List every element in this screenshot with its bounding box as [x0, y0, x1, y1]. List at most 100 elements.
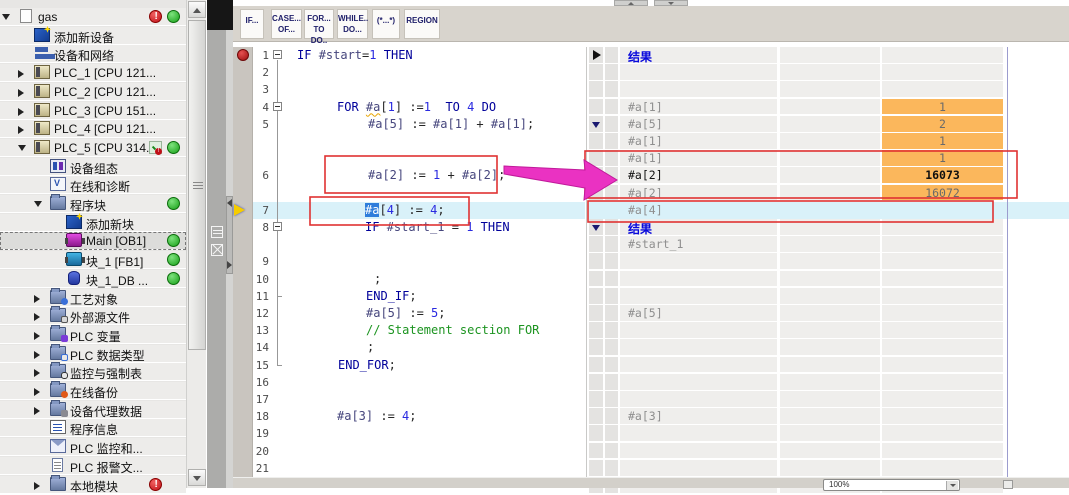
monitor-cell-exp[interactable] — [589, 305, 603, 321]
monitor-cell-val[interactable]: 16072 — [882, 185, 1003, 201]
tree-item-main-ob1-[interactable]: Main [OB1] — [0, 232, 186, 250]
monitor-expander-down-icon[interactable] — [592, 173, 600, 179]
monitor-cell-name[interactable]: #a[2] — [620, 185, 777, 201]
toolbar-button-whiledo[interactable]: WHILE.. DO... — [337, 9, 368, 39]
code-line-11[interactable]: END_IF; — [366, 289, 417, 303]
tree-item--[interactable]: 添加新设备 — [0, 27, 186, 45]
chevron-right-icon[interactable] — [34, 351, 40, 359]
tree-item-plc_1-cpu-121-[interactable]: PLC_1 [CPU 121... — [0, 64, 186, 82]
tree-item-plc-[interactable]: PLC 报警文... — [0, 457, 186, 475]
splitter-vertical-tab[interactable] — [210, 224, 225, 268]
toolbar-button-caseof[interactable]: CASE... OF... — [271, 9, 302, 39]
tree-item-plc_2-cpu-121-[interactable]: PLC_2 [CPU 121... — [0, 83, 186, 101]
tree-scroll-down-button[interactable] — [188, 469, 206, 486]
tree-item-plc_3-cpu-151-[interactable]: PLC_3 [CPU 151... — [0, 102, 186, 120]
tree-item--[interactable]: 本地模块 — [0, 476, 186, 494]
code-line-10[interactable]: ; — [374, 272, 381, 286]
toolbar-button-fortodo[interactable]: FOR... TO DO.. — [304, 9, 334, 39]
tree-item-plc-[interactable]: PLC 监控和... — [0, 438, 186, 456]
monitor-cell-exp[interactable] — [589, 185, 603, 201]
monitor-cell-name[interactable]: 结果 — [620, 47, 777, 63]
tree-item--[interactable]: 程序块 — [0, 195, 186, 213]
monitor-cell-exp[interactable] — [589, 116, 603, 132]
chevron-right-icon[interactable] — [18, 126, 24, 134]
code-line-15[interactable]: END_FOR; — [338, 358, 396, 372]
chevron-right-icon[interactable] — [34, 295, 40, 303]
monitor-cell-name[interactable]: #a[3] — [620, 408, 777, 424]
monitor-cell-exp[interactable] — [589, 219, 603, 235]
chevron-right-icon[interactable] — [18, 89, 24, 97]
monitor-expander-down-icon[interactable] — [592, 225, 600, 231]
monitor-cell-exp[interactable] — [589, 236, 603, 252]
chevron-down-icon[interactable] — [18, 145, 26, 151]
monitor-cell-name[interactable]: #a[1] — [620, 133, 777, 149]
monitor-play-icon[interactable] — [593, 50, 601, 60]
tree-scrollbar[interactable] — [186, 0, 206, 488]
chevron-down-icon[interactable] — [2, 14, 10, 20]
tree-item--[interactable]: 外部源文件 — [0, 307, 186, 325]
editor-breakpoint-gutter[interactable] — [233, 47, 253, 477]
chevron-right-icon[interactable] — [34, 369, 40, 377]
zoom-control[interactable]: 100% — [823, 479, 960, 491]
monitor-cell-name[interactable]: #a[4] — [620, 202, 777, 218]
tree-item-plc_5-cpu-314-[interactable]: PLC_5 [CPU 314... — [0, 139, 186, 157]
code-line-18[interactable]: #a[3] := 4; — [337, 409, 417, 423]
fold-collapse-box[interactable] — [273, 222, 282, 231]
chevron-down-icon[interactable] — [34, 201, 42, 207]
toolbar-button-region[interactable]: REGION — [404, 9, 440, 39]
monitor-cell-exp[interactable] — [589, 408, 603, 424]
monitor-cell-exp[interactable] — [589, 133, 603, 149]
monitor-cell-name[interactable]: #a[1] — [620, 150, 777, 166]
tree-item--[interactable]: 监控与强制表 — [0, 363, 186, 381]
monitor-cell-exp[interactable] — [589, 150, 603, 166]
monitor-cell-exp[interactable] — [589, 99, 603, 115]
monitor-cell-val[interactable]: 1 — [882, 150, 1003, 166]
scl-code-editor[interactable]: 1IF #start=1 THEN234FOR #a[1] :=1 TO 4 D… — [253, 47, 585, 477]
code-line-7[interactable]: #a[4] := 4; — [365, 203, 445, 217]
chevron-right-icon[interactable] — [18, 70, 24, 78]
code-line-5[interactable]: #a[5] := #a[1] + #a[1]; — [368, 117, 534, 131]
tree-item-plc-[interactable]: PLC 数据类型 — [0, 345, 186, 363]
tree-item-plc-[interactable]: PLC 变量 — [0, 326, 186, 344]
panel-splitter[interactable] — [207, 0, 233, 488]
fold-collapse-box[interactable] — [273, 50, 282, 59]
monitor-cell-val[interactable]: 1 — [882, 99, 1003, 115]
monitor-cell-val[interactable] — [882, 202, 1003, 218]
tree-item--[interactable]: 工艺对象 — [0, 289, 186, 307]
tree-item--[interactable]: 设备代理数据 — [0, 401, 186, 419]
monitor-cell-val[interactable] — [882, 236, 1003, 252]
tree-item--_1_db-[interactable]: 块_1_DB ... — [0, 270, 186, 288]
monitor-cell-val[interactable] — [882, 219, 1003, 235]
tree-item--_1-fb1-[interactable]: 块_1 [FB1] — [0, 251, 186, 269]
code-line-14[interactable]: ; — [367, 340, 374, 354]
zoom-dropdown-button[interactable] — [946, 481, 958, 490]
code-line-8[interactable]: IF #start_1 = 1 THEN — [365, 220, 510, 234]
monitor-cell-val[interactable] — [882, 305, 1003, 321]
tree-item--[interactable]: 在线和诊断 — [0, 176, 186, 194]
chevron-right-icon[interactable] — [34, 313, 40, 321]
monitor-cell-val[interactable]: 2 — [882, 116, 1003, 132]
fold-collapse-box[interactable] — [273, 102, 282, 111]
tree-item--[interactable]: 在线备份 — [0, 382, 186, 400]
monitor-cell-name[interactable]: #a[5] — [620, 305, 777, 321]
monitor-cell-name[interactable]: #a[5] — [620, 116, 777, 132]
code-line-4[interactable]: FOR #a[1] :=1 TO 4 DO — [337, 100, 496, 114]
monitor-cell-val[interactable] — [882, 408, 1003, 424]
code-line-12[interactable]: #a[5] := 5; — [366, 306, 446, 320]
collapse-right-icon[interactable] — [227, 261, 232, 269]
tree-item--[interactable]: 设备组态 — [0, 158, 186, 176]
chevron-right-icon[interactable] — [34, 332, 40, 340]
monitor-cell-exp[interactable] — [589, 202, 603, 218]
monitor-cell-name[interactable]: #a[2] — [620, 167, 777, 183]
monitor-cell-exp[interactable] — [589, 167, 603, 183]
tree-item--[interactable]: 添加新块 — [0, 214, 186, 232]
tree-scroll-up-button[interactable] — [188, 1, 206, 18]
monitor-cell-name[interactable]: #start_1 — [620, 236, 777, 252]
tree-item--[interactable]: 程序信息 — [0, 419, 186, 437]
toolbar-button-if[interactable]: IF... — [240, 9, 264, 39]
tree-scroll-thumb[interactable] — [188, 20, 206, 350]
toolbar-button-[interactable]: (*...*) — [372, 9, 400, 39]
collapse-left-icon[interactable] — [227, 199, 232, 207]
monitor-cell-exp[interactable] — [589, 47, 603, 63]
tree-item--[interactable]: 设备和网络 — [0, 45, 186, 63]
